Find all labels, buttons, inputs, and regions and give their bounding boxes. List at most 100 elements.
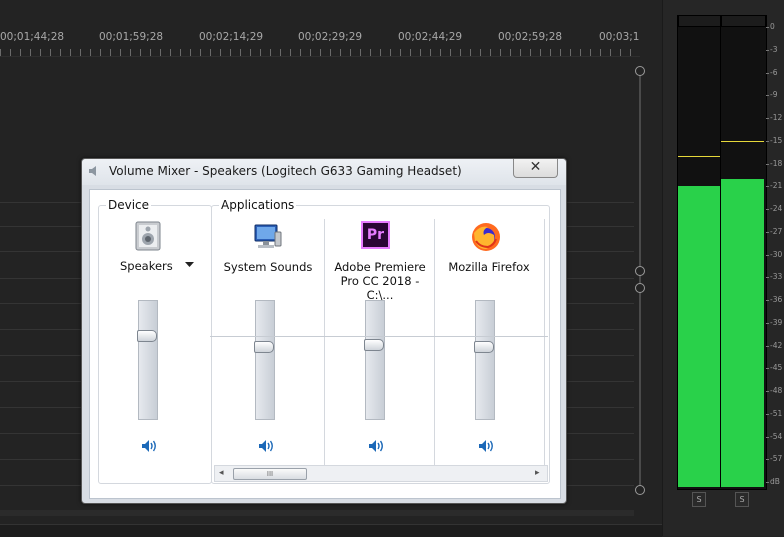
- meter-scale-tick: [766, 368, 769, 370]
- app-name-premiere: Adobe Premiere Pro CC 2018 - C:\...: [326, 260, 434, 302]
- meter-scale-label: -9: [770, 90, 778, 100]
- system-sounds-icon[interactable]: [251, 222, 283, 252]
- timecode-label: 00;02;14;29: [199, 31, 264, 43]
- scroll-handle[interactable]: [635, 266, 645, 276]
- device-group-label: Device: [106, 198, 152, 212]
- scroll-handle[interactable]: [635, 485, 645, 495]
- meter-scale-tick: [766, 322, 769, 324]
- mute-speaker-icon[interactable]: [141, 439, 159, 453]
- system-sounds-volume-track[interactable]: [255, 300, 275, 420]
- premiere-pro-icon[interactable]: Pr: [361, 221, 390, 249]
- solo-button-right[interactable]: S: [735, 492, 749, 507]
- device-volume-thumb[interactable]: [137, 330, 157, 343]
- meter-scale-tick: [766, 254, 769, 256]
- meter-clip-indicator-right[interactable]: [721, 15, 766, 27]
- timecode-label: 00;02;29;29: [298, 31, 363, 43]
- meter-scale-label: -27: [770, 226, 783, 236]
- meter-scale-tick: [766, 27, 769, 28]
- close-button[interactable]: ✕: [513, 159, 558, 178]
- meter-scale-label: -45: [770, 363, 783, 373]
- meter-scale-tick: [766, 231, 769, 233]
- column-separator: [434, 219, 435, 465]
- app-name-firefox: Mozilla Firefox: [448, 260, 530, 274]
- meter-scale-tick: [766, 163, 769, 165]
- meter-scale-tick: [766, 482, 769, 483]
- timecode-label: 00;02;59;28: [498, 31, 563, 43]
- meter-scale-label: -42: [770, 340, 783, 350]
- mute-speaker-icon[interactable]: [368, 439, 386, 453]
- meter-scale-label: -21: [770, 181, 783, 191]
- timecode-label: 00;02;44;29: [398, 31, 463, 43]
- scroll-thumb[interactable]: III: [233, 468, 307, 480]
- meter-scale-label: -51: [770, 408, 783, 418]
- speaker-device-icon[interactable]: [132, 220, 164, 252]
- device-name: Speakers: [120, 259, 173, 273]
- meter-bar-left: [678, 186, 720, 487]
- mute-speaker-icon[interactable]: [478, 439, 496, 453]
- meter-scale-tick: [766, 277, 769, 279]
- meter-scale-label: -39: [770, 317, 783, 327]
- device-selector[interactable]: Speakers: [120, 259, 180, 273]
- meter-bar-right: [721, 178, 764, 487]
- firefox-volume-track[interactable]: [475, 300, 495, 420]
- status-bar: [0, 524, 662, 537]
- vertical-scrollbar[interactable]: [639, 71, 641, 491]
- scroll-right-arrow[interactable]: ▸: [535, 468, 540, 478]
- meter-scale-label: -15: [770, 135, 783, 145]
- app-name-line: Adobe Premiere: [334, 260, 426, 274]
- meter-scale-label: -12: [770, 113, 783, 122]
- meter-scale-tick: [766, 413, 769, 415]
- meter-scale-tick: [766, 95, 769, 97]
- meter-scale-label: -33: [770, 272, 783, 282]
- meter-scale-label: -54: [770, 431, 783, 441]
- title-bar[interactable]: Volume Mixer - Speakers (Logitech G633 G…: [82, 159, 566, 185]
- horizontal-scrollbar[interactable]: [0, 510, 634, 516]
- scroll-handle[interactable]: [635, 283, 645, 293]
- applications-scrollbar[interactable]: ◂ III ▸: [214, 465, 548, 482]
- scroll-handle[interactable]: [635, 66, 645, 76]
- meter-scale-label: -3: [770, 44, 778, 54]
- meter-scale-tick: [766, 118, 769, 119]
- time-ruler[interactable]: 00;01;44;28 00;01;59;28 00;02;14;29 00;0…: [0, 0, 640, 57]
- meter-scale-tick: [766, 140, 769, 142]
- window-title: Volume Mixer - Speakers (Logitech G633 G…: [109, 164, 462, 178]
- mute-speaker-icon[interactable]: [258, 439, 276, 453]
- scroll-left-arrow[interactable]: ◂: [219, 468, 224, 478]
- meter-scale-label: -30: [770, 249, 783, 259]
- firefox-volume-thumb[interactable]: [474, 341, 494, 354]
- column-separator: [544, 219, 545, 465]
- meter-scale-tick: [766, 72, 769, 74]
- peak-marker-left: [678, 155, 720, 157]
- premiere-volume-track[interactable]: [365, 300, 385, 420]
- meter-scale-tick: [766, 209, 769, 210]
- meter-scale-tick: [766, 186, 769, 188]
- column-separator: [324, 219, 325, 465]
- app-name-line: Pro CC 2018 - C:\...: [340, 274, 420, 302]
- meter-scale-label: -48: [770, 386, 783, 395]
- app-name-system-sounds: System Sounds: [223, 260, 313, 274]
- meter-scale-label: -57: [770, 454, 783, 464]
- meter-scale-label: -24: [770, 204, 783, 213]
- system-sounds-volume-thumb[interactable]: [254, 341, 274, 354]
- meter-scale-tick: [766, 300, 769, 301]
- meter-scale-label: -18: [770, 158, 783, 168]
- peak-marker-right: [721, 140, 764, 142]
- meter-scale-tick: [766, 49, 769, 51]
- ruler-ticks: [0, 49, 640, 56]
- firefox-icon[interactable]: [470, 221, 502, 253]
- meter-scale-label: 0: [770, 22, 775, 31]
- meter-scale-tick: [766, 391, 769, 392]
- chevron-down-icon[interactable]: [185, 262, 194, 268]
- timecode-label: 00;03;1: [599, 31, 640, 43]
- meter-scale-tick: [766, 459, 769, 461]
- solo-button-left[interactable]: S: [692, 492, 706, 507]
- meter-clip-indicator-left[interactable]: [678, 15, 722, 27]
- timecode-label: 00;01;59;28: [99, 31, 164, 43]
- applications-group-label: Applications: [219, 198, 297, 212]
- master-level-line: [210, 336, 548, 337]
- timecode-label: 00;01;44;28: [0, 31, 65, 43]
- meter-scale-tick: [766, 436, 769, 438]
- device-volume-track[interactable]: [138, 300, 158, 420]
- meter-scale-tick: [766, 345, 769, 347]
- premiere-volume-thumb[interactable]: [364, 338, 384, 351]
